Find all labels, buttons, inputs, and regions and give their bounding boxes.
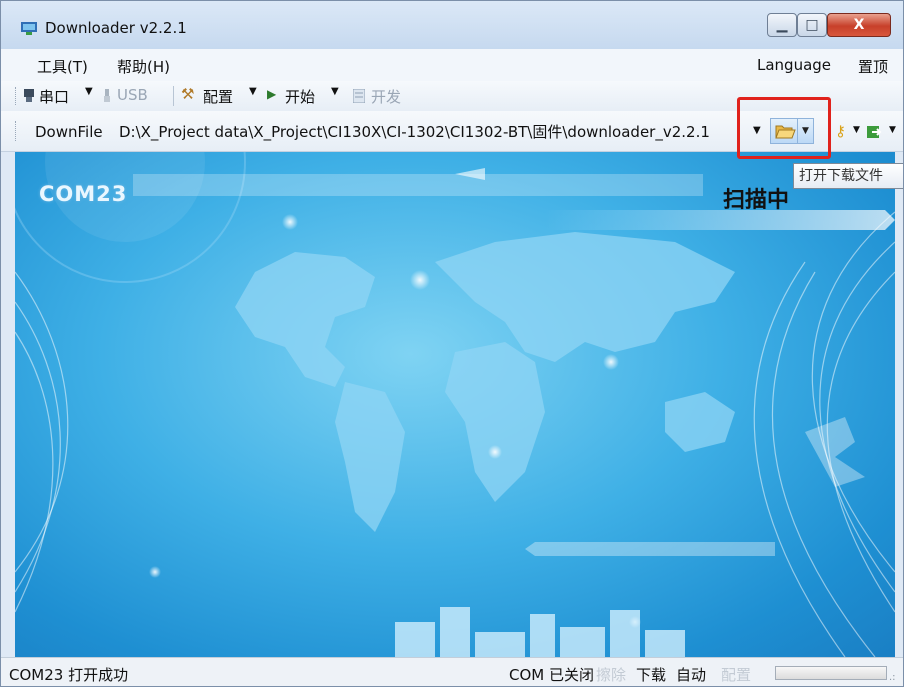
download-progress-bar — [775, 666, 887, 680]
status-erase: 擦除 — [596, 666, 627, 684]
config-button[interactable]: 配置 — [203, 86, 233, 107]
serial-dropdown-arrow[interactable]: ▼ — [85, 86, 93, 97]
export-icon[interactable] — [867, 125, 883, 139]
menu-pin-top[interactable]: 置顶 — [858, 56, 888, 77]
background-canvas: COM23 扫描中 — [15, 152, 895, 657]
menu-tools[interactable]: 工具(T) — [37, 56, 88, 77]
close-button[interactable]: X — [827, 13, 891, 37]
menu-help[interactable]: 帮助(H) — [117, 56, 170, 77]
menu-bar: 工具(T) 帮助(H) Language 置顶 — [1, 49, 903, 82]
start-button[interactable]: 开始 — [285, 86, 315, 107]
app-icon — [21, 22, 37, 35]
toolbar-grip[interactable] — [15, 121, 19, 141]
export-dropdown-arrow[interactable]: ▼ — [889, 125, 896, 135]
downfile-label: DownFile — [35, 123, 103, 141]
com-port-label: COM23 — [39, 182, 128, 206]
downloader-window: Downloader v2.2.1 ▁ □ X 工具(T) 帮助(H) Lang… — [0, 0, 904, 687]
open-file-tooltip: 打开下载文件 — [793, 163, 903, 189]
play-icon: ▶ — [267, 87, 277, 101]
usb-plug-icon — [104, 89, 110, 102]
status-download: 下载 — [636, 666, 667, 684]
window-title: Downloader v2.2.1 — [45, 19, 187, 37]
scan-status-label: 扫描中 — [723, 188, 790, 213]
status-auto: 自动 — [676, 666, 707, 684]
maximize-button[interactable]: □ — [797, 13, 827, 37]
toolbar-grip[interactable] — [15, 87, 19, 105]
serial-button[interactable]: 串口 — [39, 86, 69, 107]
start-dropdown-arrow[interactable]: ▼ — [331, 86, 339, 97]
minimize-icon: ▁ — [776, 17, 788, 33]
highlight-annotation-box — [737, 97, 831, 159]
serial-port-icon — [24, 89, 34, 102]
minimize-button[interactable]: ▁ — [767, 13, 797, 37]
key-dropdown-arrow[interactable]: ▼ — [853, 125, 860, 135]
status-bar: COM23 打开成功 COM 已关闭 擦除 下载 自动 配置 .: — [1, 657, 903, 686]
status-config: 配置 — [721, 666, 752, 684]
usb-button[interactable]: USB — [117, 86, 148, 104]
status-connection-text: COM23 打开成功 — [9, 666, 129, 684]
status-com-state: COM 已关闭 — [509, 666, 594, 684]
world-map-background-image — [15, 152, 895, 657]
download-file-path-field[interactable]: D:\X_Project data\X_Project\CI130X\CI-13… — [119, 119, 749, 145]
toolbar-separator — [173, 86, 174, 106]
title-bar[interactable]: Downloader v2.2.1 ▁ □ X — [1, 1, 903, 49]
config-dropdown-arrow[interactable]: ▼ — [249, 86, 257, 97]
key-icon[interactable]: ⚷ — [835, 122, 846, 140]
resize-grip-icon[interactable]: .: — [889, 672, 896, 683]
tools-icon: ⚒ — [181, 85, 195, 103]
maximize-icon: □ — [805, 17, 819, 33]
menu-language[interactable]: Language — [757, 56, 831, 74]
document-icon — [353, 89, 365, 103]
develop-button[interactable]: 开发 — [371, 86, 401, 107]
close-icon: X — [853, 17, 865, 33]
